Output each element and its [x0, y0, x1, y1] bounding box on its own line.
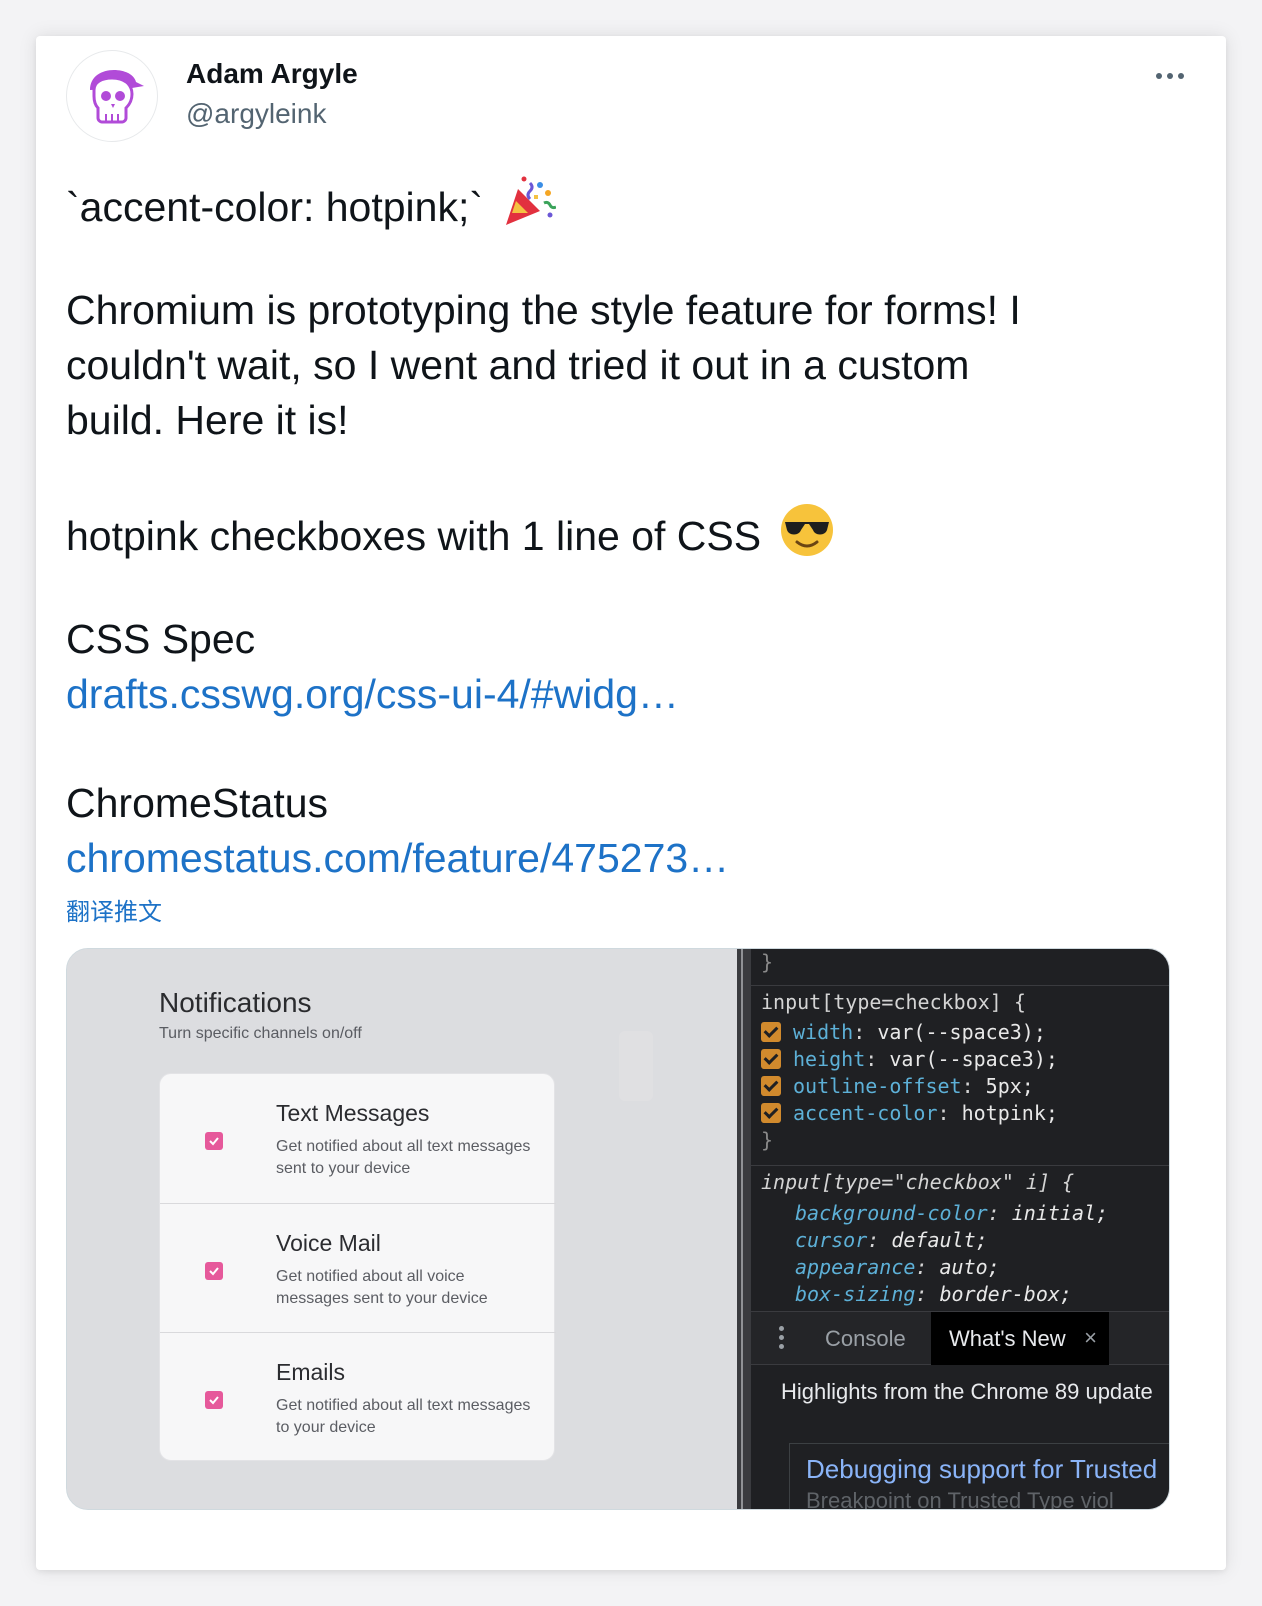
tweet-accent-code: `accent-color: hotpink;`: [66, 184, 484, 230]
divider: [751, 985, 1169, 986]
prop-name: box-sizing: [795, 1282, 916, 1306]
property-checkbox[interactable]: [761, 1103, 781, 1123]
notifications-title: Notifications: [159, 987, 312, 1018]
checkbox-emails[interactable]: [205, 1391, 223, 1409]
close-icon[interactable]: ×: [1084, 1325, 1097, 1351]
checkmark-icon: [209, 1396, 219, 1405]
tweet-para-line-3: build. Here it is!: [66, 397, 349, 443]
notifications-panel: Notifications Turn specific channels on/…: [67, 949, 737, 1509]
prop-name: height: [793, 1047, 866, 1071]
prop-value: var(--space3);: [889, 1047, 1058, 1071]
rule1-prop-row[interactable]: accent-color: hotpink;: [761, 1100, 1058, 1127]
prop-name: width: [793, 1020, 854, 1044]
prop-value: hotpink;: [961, 1101, 1058, 1125]
author-name[interactable]: Adam Argyle: [186, 58, 358, 90]
notification-list: Text Messages Get notified about all tex…: [159, 1073, 556, 1461]
prop-name: outline-offset: [793, 1074, 962, 1098]
list-item: Text Messages Get notified about all tex…: [160, 1074, 556, 1203]
tweet-para-line-1: Chromium is prototyping the style featur…: [66, 287, 1021, 333]
status-label: ChromeStatus: [66, 780, 329, 826]
property-checkbox[interactable]: [761, 1022, 781, 1042]
prop-name: accent-color: [793, 1101, 938, 1125]
prop-value: default;: [891, 1228, 988, 1252]
item-description: Get notified about all text messages to …: [276, 1397, 531, 1436]
devtools-panel: } input[type=checkbox] { width: var(--sp…: [751, 949, 1169, 1510]
author-handle[interactable]: @argyleink: [186, 98, 326, 130]
item-title: Text Messages: [276, 1100, 430, 1126]
pane-divider[interactable]: [737, 949, 751, 1509]
prop-value: initial;: [1011, 1201, 1109, 1225]
spec-link[interactable]: drafts.csswg.org/css-ui-4/#widg…: [66, 667, 1186, 722]
prop-value: border-box;: [939, 1282, 1072, 1306]
tab-whats-new-label: What's New: [949, 1326, 1066, 1351]
item-title: Emails: [276, 1359, 346, 1385]
tab-whats-new[interactable]: What's New ×: [931, 1312, 1109, 1365]
property-checkbox[interactable]: [761, 1076, 781, 1096]
tweet-media-image[interactable]: Notifications Turn specific channels on/…: [66, 948, 1170, 1510]
tweet-para-line-2: couldn't wait, so I went and tried it ou…: [66, 342, 970, 388]
sunglasses-face-icon: [780, 504, 833, 556]
prop-name: appearance: [795, 1255, 916, 1279]
rule1-prop-row[interactable]: width: var(--space3);: [761, 1019, 1046, 1046]
list-item: Emails Get notified about all text messa…: [160, 1332, 556, 1461]
item-title: Voice Mail: [276, 1230, 381, 1256]
whats-new-heading: Highlights from the Chrome 89 update: [781, 1379, 1153, 1404]
translate-tweet-link[interactable]: 翻译推文: [66, 892, 162, 927]
skull-cap-avatar-icon: [90, 70, 144, 124]
more-dots-icon[interactable]: [1148, 64, 1192, 88]
whats-new-card[interactable]: Debugging support for Trusted Breakpoint…: [789, 1443, 1169, 1510]
drawer-tabbar: Console What's New ×: [751, 1311, 1169, 1365]
tweet-card: Adam Argyle @argyleink `accent-color: ho…: [36, 36, 1226, 1570]
checkmark-icon: [209, 1267, 219, 1276]
rule2-prop-row: cursor: default;: [795, 1228, 988, 1252]
tab-console[interactable]: Console: [825, 1326, 906, 1352]
property-checkbox[interactable]: [761, 1049, 781, 1069]
notifications-subtitle: Turn specific channels on/off: [159, 1025, 362, 1042]
card-title-link[interactable]: Debugging support for Trusted: [806, 1454, 1157, 1485]
prop-value: 5px;: [985, 1074, 1034, 1098]
status-link[interactable]: chromestatus.com/feature/475273…: [66, 831, 1186, 886]
divider: [751, 1165, 1169, 1166]
prop-name: background-color: [795, 1201, 988, 1225]
rule2-prop-row: appearance: auto;: [795, 1255, 1000, 1279]
party-popper-icon: [506, 176, 557, 225]
tweet-css-text: hotpink checkboxes with 1 line of CSS: [66, 513, 762, 559]
checkmark-icon: [209, 1137, 219, 1146]
spec-label: CSS Spec: [66, 616, 256, 662]
tweet-line-css: hotpink checkboxes with 1 line of CSS: [66, 502, 1186, 564]
closing-brace: }: [761, 950, 774, 974]
item-description: Get notified about all voice messages se…: [276, 1268, 488, 1307]
tweet-line-accent: `accent-color: hotpink;`: [66, 173, 1186, 235]
kebab-menu-icon[interactable]: [779, 1326, 785, 1349]
checkbox-voice-mail[interactable]: [205, 1262, 223, 1280]
prop-value: var(--space3);: [877, 1020, 1046, 1044]
ghost-scroll-handle: [619, 1031, 653, 1101]
rule1-prop-row[interactable]: height: var(--space3);: [761, 1046, 1058, 1073]
rule2-prop-row: box-sizing: border-box;: [795, 1282, 1072, 1306]
rule1-selector[interactable]: input[type=checkbox] {: [761, 989, 1026, 1016]
prop-value: auto;: [939, 1255, 1000, 1279]
rule2-selector[interactable]: input[type="checkbox" i] {: [761, 1169, 1074, 1196]
rule1-prop-row[interactable]: outline-offset: 5px;: [761, 1073, 1034, 1100]
item-description: Get notified about all text messages sen…: [276, 1138, 531, 1177]
checkbox-text-messages[interactable]: [205, 1132, 223, 1150]
prop-name: cursor: [795, 1228, 868, 1252]
author-avatar[interactable]: [66, 50, 158, 142]
rule2-prop-row: background-color: initial;: [795, 1201, 1109, 1225]
closing-brace: }: [761, 1128, 774, 1152]
list-item: Voice Mail Get notified about all voice …: [160, 1203, 556, 1332]
card-subtitle: Breakpoint on Trusted Type viol: [806, 1488, 1114, 1510]
